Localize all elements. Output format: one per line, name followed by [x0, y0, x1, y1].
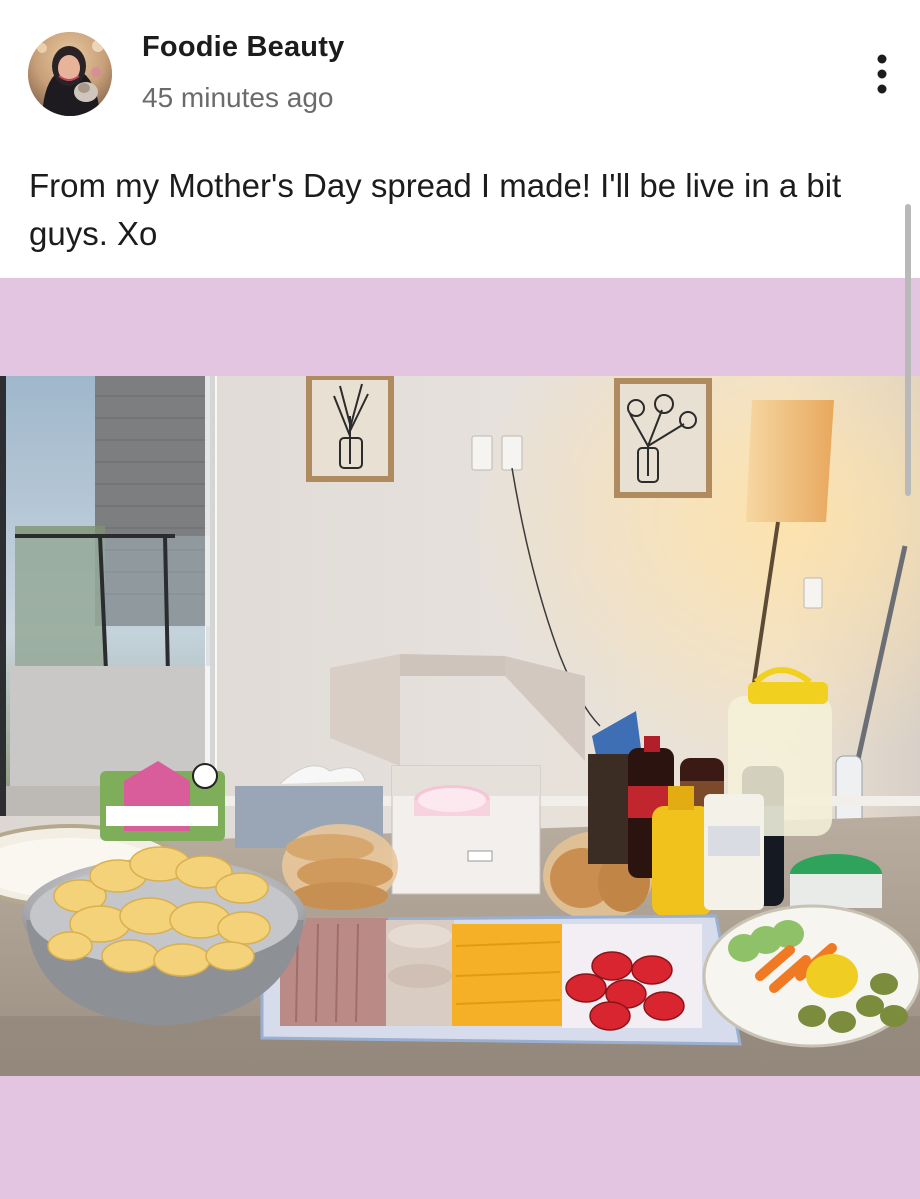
scrollbar[interactable]: [905, 204, 911, 496]
post-caption: From my Mother's Day spread I made! I'll…: [29, 167, 842, 252]
post-header: Foodie Beauty 45 minutes ago: [0, 0, 920, 140]
post-media[interactable]: [0, 278, 920, 1199]
post-photo[interactable]: [0, 376, 920, 1076]
avatar[interactable]: [28, 32, 112, 116]
photo-illustration: [0, 376, 920, 1076]
vertical-ellipsis-icon: [877, 54, 887, 94]
post-timestamp: 45 minutes ago: [142, 82, 334, 113]
post-card: Foodie Beauty 45 minutes ago From my Mot…: [0, 0, 920, 1199]
more-options-button[interactable]: [862, 50, 902, 98]
author-name[interactable]: Foodie Beauty: [142, 31, 344, 64]
avatar-image: [28, 32, 112, 116]
